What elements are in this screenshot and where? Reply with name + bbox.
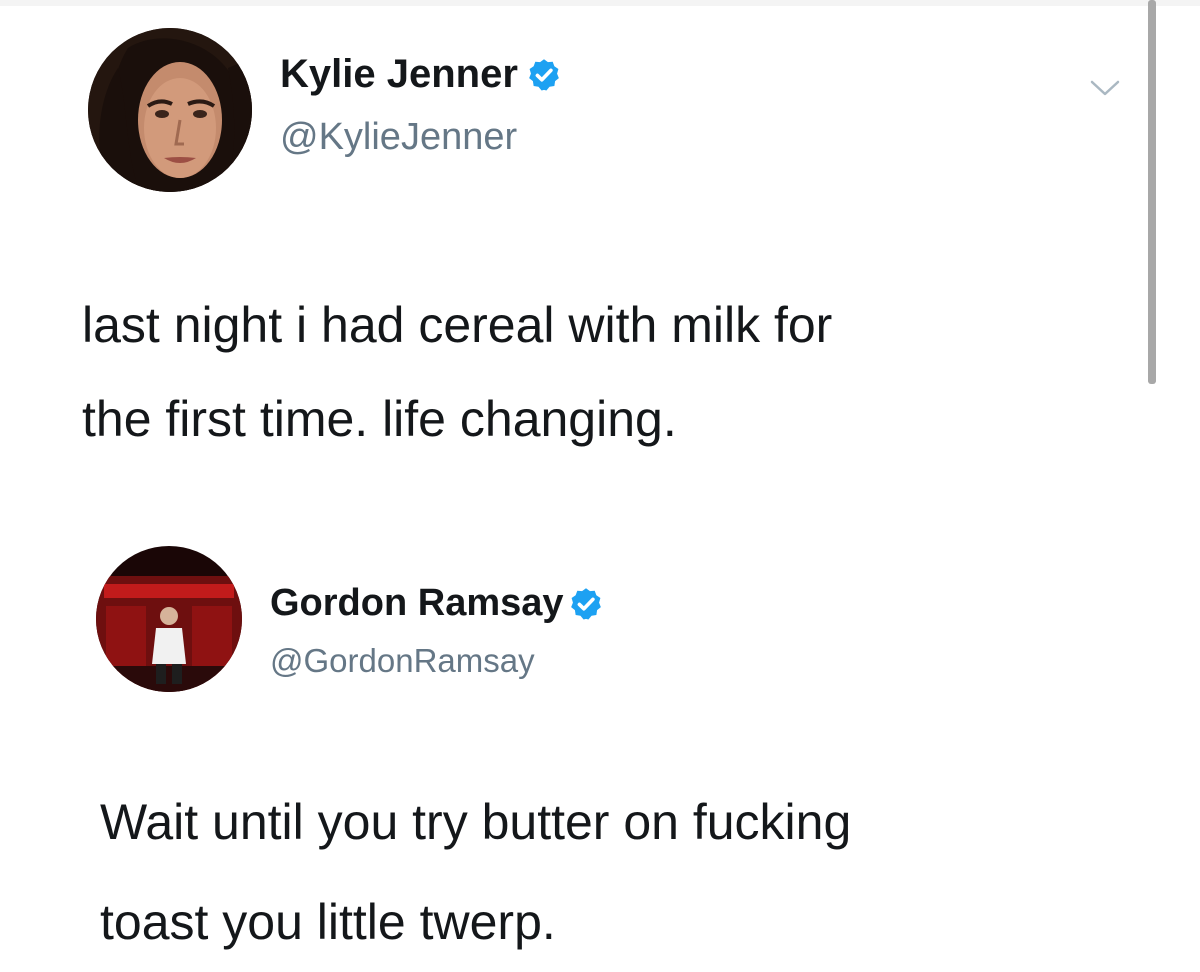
tweet-gordon-ramsay: Gordon Ramsay @GordonRamsay Wait until y… [0,500,1200,950]
tweet-text-line: Wait until you try butter on fucking [100,794,852,850]
tweet-text-line: toast you little twerp. [100,894,556,950]
avatar[interactable] [96,546,242,692]
avatar[interactable] [88,28,252,192]
chevron-down-icon[interactable] [1088,76,1122,100]
verified-badge-icon [526,57,562,93]
verified-badge-icon [568,586,604,622]
avatar-image [88,28,252,192]
handle[interactable]: @KylieJenner [280,116,517,159]
handle[interactable]: @GordonRamsay [270,642,535,680]
tweet-kylie-jenner: Kylie Jenner @KylieJenner last night i h… [0,0,1200,500]
display-name[interactable]: Gordon Ramsay [270,582,564,625]
tweet-text-line: last night i had cereal with milk for [82,297,833,353]
tweet-text: Wait until you try butter on fucking toa… [100,772,851,972]
scrollbar[interactable] [1148,0,1156,384]
author-name-row: Gordon Ramsay [270,582,604,625]
avatar-image [96,546,242,692]
display-name[interactable]: Kylie Jenner [280,52,518,97]
author-name-row: Kylie Jenner [280,52,562,97]
tweet-text-line: the first time. life changing. [82,391,677,447]
tweet-text: last night i had cereal with milk for th… [82,278,832,466]
